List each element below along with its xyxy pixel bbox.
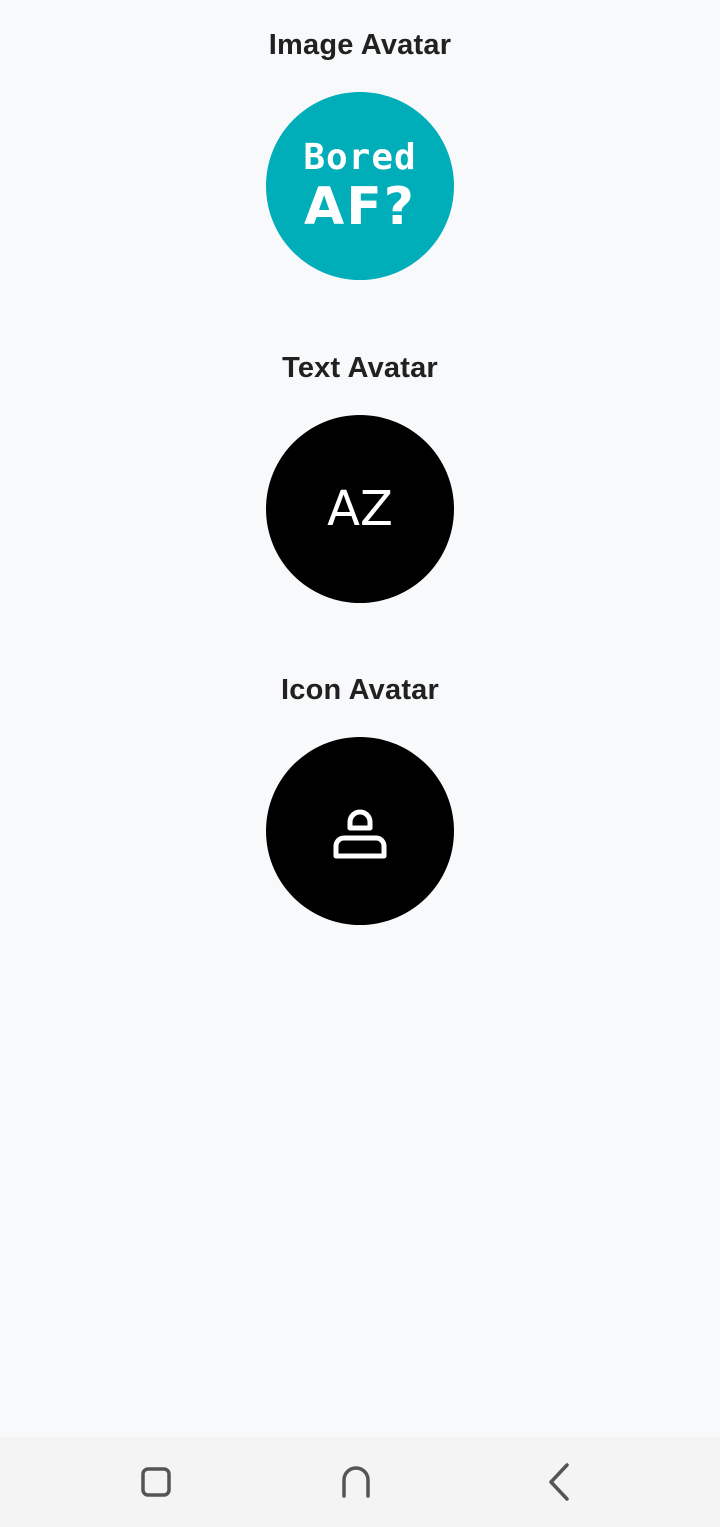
system-navigation-bar	[0, 1437, 720, 1527]
image-avatar-title: Image Avatar	[268, 29, 452, 61]
text-avatar-title: Text Avatar	[282, 352, 438, 384]
image-avatar[interactable]: Bored AF?	[266, 92, 454, 280]
home-icon	[342, 1466, 370, 1498]
avatar-image-text-line2: AF?	[304, 177, 416, 237]
icon-avatar-title: Icon Avatar	[281, 674, 439, 706]
recents-button[interactable]	[131, 1457, 181, 1507]
avatar-initials: AZ	[327, 481, 393, 537]
back-button[interactable]	[535, 1457, 585, 1507]
person-icon	[333, 809, 387, 859]
chevron-left-icon	[549, 1463, 569, 1501]
square-icon	[141, 1467, 171, 1497]
home-button[interactable]	[331, 1457, 381, 1507]
avatar-image-text-line1: Bored	[303, 137, 417, 178]
text-avatar[interactable]: AZ	[266, 415, 454, 603]
icon-avatar[interactable]	[266, 737, 454, 925]
